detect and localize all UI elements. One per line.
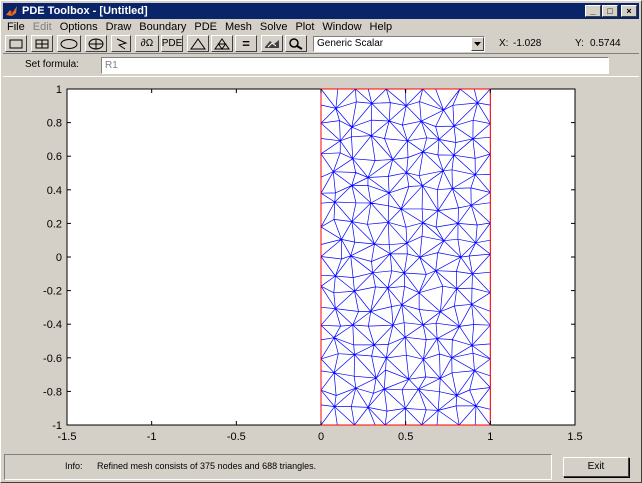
boundary-mode-button[interactable]: ∂Ω <box>135 35 159 52</box>
x-tick-label: -1 <box>147 431 157 443</box>
zoom-icon <box>289 37 303 50</box>
rectangle-icon <box>9 39 23 48</box>
status-bar: Info: Refined mesh consists of 375 nodes… <box>4 454 552 480</box>
menu-draw[interactable]: Draw <box>102 20 136 34</box>
init-mesh-icon <box>190 37 206 49</box>
set-formula-label: Set formula: <box>25 59 79 70</box>
y-tick-label: -0.8 <box>43 386 62 398</box>
rectangle-centered-button[interactable] <box>31 35 53 52</box>
menu-boundary[interactable]: Boundary <box>135 20 190 34</box>
x-tick-label: -1.5 <box>58 431 77 443</box>
status-info-label: Info: <box>65 461 83 471</box>
window-title: PDE Toolbox - [Untitled] <box>22 5 148 17</box>
menu-file[interactable]: File <box>3 20 29 34</box>
y-coordinate-label: Y: <box>575 38 584 49</box>
solve-button[interactable]: = <box>235 35 257 52</box>
refine-mesh-icon <box>214 37 230 50</box>
close-button[interactable]: × <box>621 5 637 17</box>
zoom-button[interactable] <box>285 35 307 52</box>
init-mesh-button[interactable] <box>187 35 209 52</box>
menu-mesh[interactable]: Mesh <box>221 20 256 34</box>
plot-area[interactable]: -1.5 -1 -0.5 0 0.5 1 1.510.80.60.40.20-0.2-0.4… <box>1 79 639 451</box>
x-tick-label: 1.5 <box>567 431 582 443</box>
boundary-mode-icon: ∂Ω <box>140 38 154 49</box>
menu-options[interactable]: Options <box>56 20 102 34</box>
y-tick-label: 1 <box>56 84 62 96</box>
ellipse-centered-button[interactable] <box>85 35 107 52</box>
y-tick-label: -0.2 <box>43 286 62 298</box>
application-select-value: Generic Scalar <box>317 38 384 49</box>
x-coordinate-label: X: <box>499 38 509 49</box>
y-tick-label: 0.8 <box>47 118 62 130</box>
x-tick-label: 1 <box>487 431 493 443</box>
menu-solve[interactable]: Solve <box>256 20 292 34</box>
y-tick-label: -1 <box>52 420 62 432</box>
application-select[interactable]: Generic Scalar <box>313 36 485 52</box>
menu-help[interactable]: Help <box>366 20 397 34</box>
title-bar[interactable]: PDE Toolbox - [Untitled] _ □ × <box>3 3 639 19</box>
y-tick-label: 0.2 <box>47 218 62 230</box>
formula-bar: Set formula: R1 <box>3 53 639 77</box>
ellipse-centered-icon <box>88 38 104 49</box>
menu-pde[interactable]: PDE <box>190 20 221 34</box>
minimize-button[interactable]: _ <box>585 5 601 17</box>
polygon-button[interactable] <box>111 35 131 52</box>
x-tick-label: -0.5 <box>227 431 246 443</box>
y-tick-label: 0.6 <box>47 151 62 163</box>
x-tick-label: 0.5 <box>398 431 413 443</box>
rectangle-centered-icon <box>35 39 49 48</box>
app-window: PDE Toolbox - [Untitled] _ □ × File Edit O… <box>0 0 642 483</box>
status-message: Refined mesh consists of 375 nodes and 6… <box>97 461 317 471</box>
y-tick-label: -0.6 <box>43 353 62 365</box>
menu-plot[interactable]: Plot <box>291 20 318 34</box>
pde-spec-button[interactable]: PDE <box>161 35 183 52</box>
matlab-logo-icon <box>6 6 17 16</box>
plot-icon <box>265 39 279 48</box>
solve-icon: = <box>242 36 250 51</box>
pde-spec-label: PDE <box>161 38 183 49</box>
maximize-button[interactable]: □ <box>602 5 618 17</box>
exit-button[interactable]: Exit <box>563 457 629 477</box>
ellipse-button[interactable] <box>57 35 81 52</box>
x-tick-label: 0 <box>318 431 324 443</box>
plot-button[interactable] <box>261 35 283 52</box>
set-formula-input[interactable]: R1 <box>101 57 609 74</box>
menu-window[interactable]: Window <box>318 20 365 34</box>
ellipse-icon <box>60 38 78 49</box>
y-tick-label: -0.4 <box>43 319 62 331</box>
menu-edit[interactable]: Edit <box>29 20 56 34</box>
refine-mesh-button[interactable] <box>211 35 233 52</box>
application-dropdown-button[interactable] <box>471 37 484 51</box>
polygon-icon <box>116 38 128 49</box>
y-tick-label: 0 <box>56 252 62 264</box>
x-coordinate-value: -1.028 <box>513 38 542 49</box>
chevron-down-icon <box>474 42 481 46</box>
y-tick-label: 0.4 <box>47 185 62 197</box>
y-coordinate-value: 0.5744 <box>590 38 621 49</box>
toolbar: ∂Ω PDE = Generic Scalar X: -1.028 Y: 0.5… <box>3 35 639 53</box>
rectangle-button[interactable] <box>5 35 27 52</box>
menu-bar: File Edit Options Draw Boundary PDE Mesh Solve P… <box>3 19 639 35</box>
